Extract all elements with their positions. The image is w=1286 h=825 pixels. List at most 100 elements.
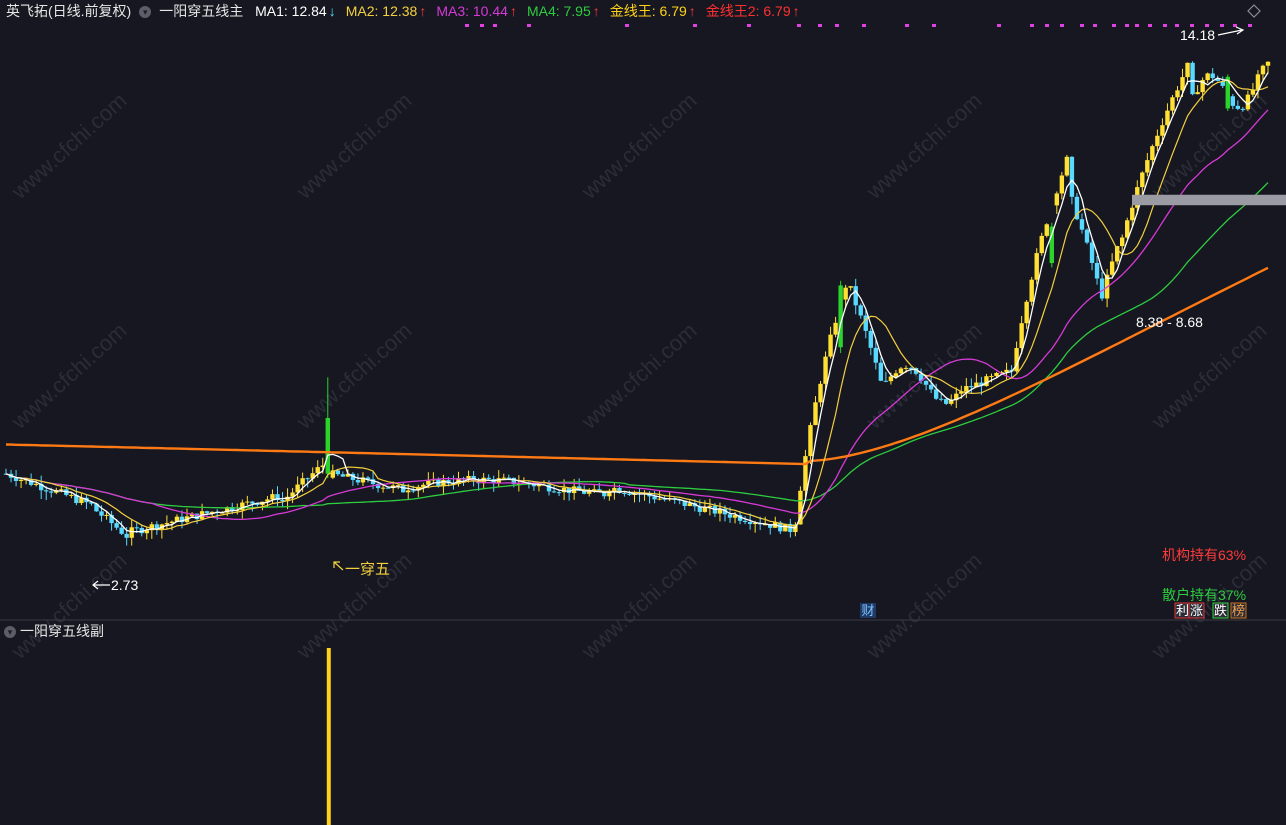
signal-dot (1220, 24, 1224, 27)
ma-legend-item: 金线王2: 6.79 (705, 3, 791, 19)
candle-body (1245, 94, 1251, 110)
candle-body (44, 490, 49, 492)
candle-body (69, 494, 74, 496)
candle-body (1089, 242, 1095, 263)
candle-body (742, 520, 748, 523)
price-band-rect (1132, 194, 1286, 206)
trend-arrow-icon: ↑ (592, 3, 600, 19)
candle-body (250, 501, 255, 504)
candle-body (888, 376, 894, 382)
candle-body (994, 372, 999, 377)
signal-dot (465, 24, 469, 27)
candle-body (1175, 90, 1180, 98)
diamond-icon[interactable] (1247, 4, 1261, 18)
institution-holding-label: 机构持有63% (1162, 547, 1246, 563)
candle-body (315, 467, 320, 474)
candle-body (843, 287, 848, 300)
candle-body (119, 527, 124, 534)
candle-body (1084, 229, 1090, 243)
ma-legend-item: MA2: 12.38 (345, 3, 418, 19)
signal-dot (1112, 24, 1116, 27)
candle-body (873, 347, 879, 363)
indicator-menu-icon[interactable]: ▾ (139, 6, 152, 19)
candle-body (923, 380, 929, 385)
signal-dot (835, 24, 839, 27)
signal-dot (1125, 24, 1129, 27)
candle-body (33, 483, 39, 485)
candle-body (1099, 278, 1105, 299)
candle-body (964, 386, 969, 392)
signal-dot (1175, 24, 1179, 27)
candle-body (385, 487, 391, 489)
candle-body (813, 402, 818, 426)
candle-body (325, 417, 330, 474)
signal-dot (693, 24, 697, 27)
trend-arrow-icon: ↑ (509, 3, 517, 19)
signal-dot (527, 24, 531, 27)
candle-body (707, 505, 713, 507)
candle-body (727, 514, 733, 518)
candle-body (1024, 301, 1029, 324)
candle-body (1260, 65, 1266, 75)
sub-panel-title: 一阳穿五线副 (20, 623, 104, 639)
candle-body (1265, 61, 1271, 66)
candle-body (59, 489, 64, 491)
candle-body (1160, 125, 1165, 136)
candle-body (1190, 62, 1195, 95)
signal-dot (1163, 24, 1167, 27)
candle-body (401, 485, 406, 493)
candle-body (245, 501, 250, 503)
candle-body (818, 383, 823, 403)
sub-indicator-menu-icon[interactable]: ▾ (4, 626, 16, 639)
candle-body (627, 493, 632, 496)
candle-body (1235, 105, 1241, 109)
ma-legend-item: MA3: 10.44 (436, 3, 508, 19)
signal-dot (1148, 24, 1152, 27)
candle-body (340, 474, 346, 477)
ma-legend-item: 金线王: 6.79 (609, 3, 687, 19)
candle-body (1130, 207, 1135, 221)
candle-body (411, 490, 416, 492)
candle-body (1029, 279, 1034, 302)
candle-body (421, 484, 426, 487)
signal-dot (797, 24, 801, 27)
price-band (1132, 194, 1286, 206)
candle-body (1185, 62, 1190, 78)
candle-body (104, 514, 109, 516)
candle-body (18, 479, 24, 481)
candle-body (1064, 156, 1070, 176)
candle-body (1094, 262, 1100, 279)
kline-chart[interactable]: www.cfchi.com www.cfchi.com www.cfchi.com w… (0, 0, 1286, 825)
signal-dot (1080, 24, 1084, 27)
flag-badge-label: 跌 (1214, 603, 1227, 618)
candle-body (1240, 108, 1246, 110)
trend-arrow-icon: ↑ (688, 3, 696, 19)
candle-body (169, 521, 175, 524)
low-label: 2.73 (111, 577, 138, 593)
candle-body (893, 373, 899, 377)
candle-body (858, 305, 863, 316)
flag-badge-label: 榜 (1232, 603, 1245, 618)
signal-dot (932, 24, 936, 27)
signal-dot (480, 24, 484, 27)
candle-body (878, 362, 884, 381)
signal-dot (1135, 24, 1139, 27)
candle-body (823, 356, 828, 384)
signal-dot (818, 24, 822, 27)
candle-body (1210, 73, 1215, 79)
candle-body (551, 491, 557, 493)
candle-body (1119, 237, 1125, 247)
candle-body (622, 493, 627, 495)
candle-body (833, 322, 838, 335)
signal-label: 一穿五 (345, 561, 390, 578)
candle-body (1059, 175, 1065, 194)
retail-holding-label: 散户持有37% (1162, 587, 1246, 603)
candle-body (969, 386, 974, 388)
candle-body (803, 456, 808, 491)
indicator-name: 一阳穿五线主 (159, 3, 244, 19)
candle-body (984, 376, 989, 387)
candle-body (1019, 323, 1024, 349)
signal-dot (625, 24, 629, 27)
candle-body (1230, 96, 1236, 106)
candle-body (380, 487, 386, 489)
